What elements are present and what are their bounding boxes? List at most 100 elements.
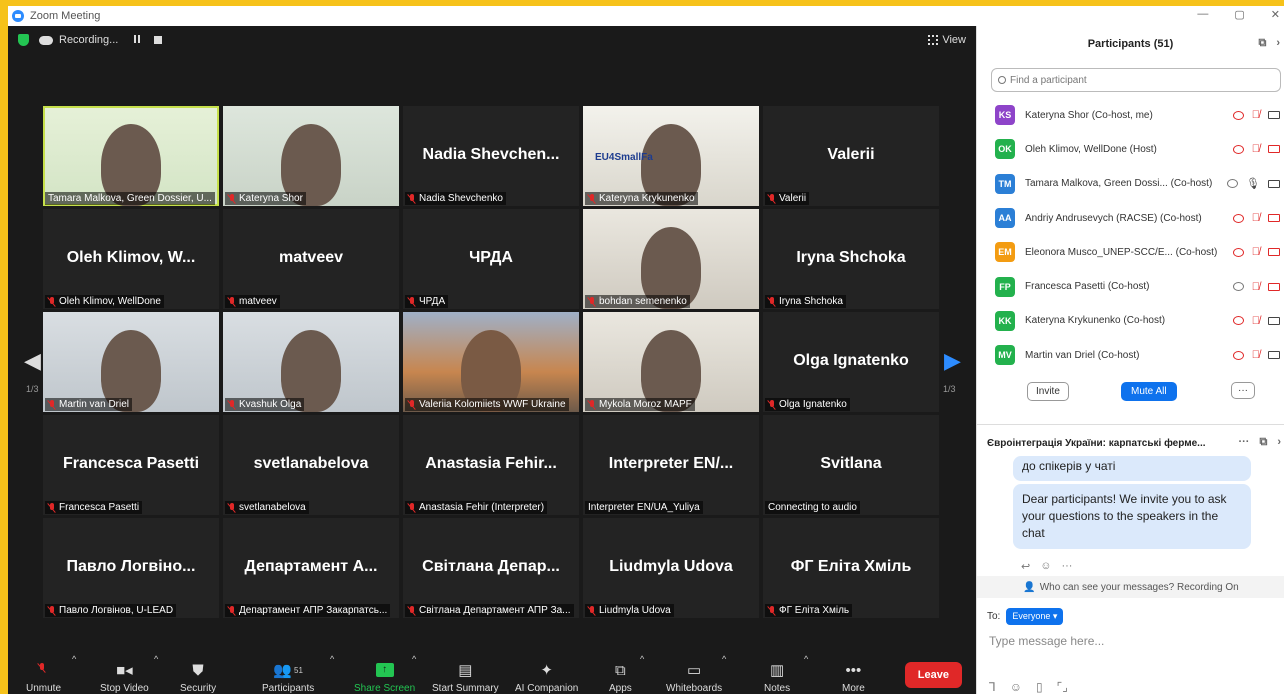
screenshot-icon[interactable]: ⌜⌟ (1057, 680, 1068, 694)
camera-off-icon[interactable] (1268, 248, 1280, 257)
video-tile[interactable]: bohdan semenenko (583, 209, 759, 309)
video-tile[interactable]: Nadia Shevchen... Nadia Shevchenko (403, 106, 579, 206)
video-tile[interactable]: Mykola Moroz MAPF (583, 312, 759, 412)
mic-muted-icon[interactable]: 🎙̸ (1252, 281, 1260, 293)
video-tile[interactable]: Valeriia Kolomiiets WWF Ukraine (403, 312, 579, 412)
share-options-chevron-icon[interactable]: ^ (412, 654, 416, 664)
message-more-icon[interactable]: ··· (1061, 560, 1072, 573)
stop-video-button[interactable]: ■◂ Stop Video (100, 661, 149, 694)
invite-button[interactable]: Invite (1027, 382, 1069, 402)
camera-icon[interactable] (1268, 179, 1280, 188)
start-summary-button[interactable]: ▤ Start Summary (432, 661, 499, 694)
stop-recording-icon[interactable] (154, 36, 163, 44)
video-tile[interactable]: Svitlana Connecting to audio (763, 415, 939, 515)
participants-options-chevron-icon[interactable]: ^ (330, 654, 334, 664)
mic-muted-icon[interactable]: 🎙̸ (1252, 109, 1260, 121)
pause-recording-icon[interactable] (134, 34, 142, 46)
video-tile[interactable]: Світлана Депар... Світлана Департамент АП… (403, 518, 579, 618)
mic-on-icon[interactable]: 🎙 (1246, 177, 1260, 190)
security-button[interactable]: ⛊ Security (180, 661, 216, 694)
who-can-see-banner[interactable]: 👤 Who can see your messages? Recording O… (977, 576, 1284, 598)
emoji-icon[interactable]: ☺ (1010, 680, 1022, 694)
whiteboards-button[interactable]: ▭ Whiteboards (666, 661, 722, 694)
file-icon[interactable]: ▯ (1036, 680, 1043, 694)
apps-button[interactable]: ⧉ Apps (609, 661, 632, 694)
leave-button[interactable]: Leave (904, 662, 962, 688)
participant-row[interactable]: KS Kateryna Shor (Co-host, me) 🎙̸ (977, 98, 1284, 132)
video-tile[interactable]: Iryna Shchoka Iryna Shchoka (763, 209, 939, 309)
recipient-dropdown[interactable]: Everyone ▾ (1006, 608, 1064, 625)
more-button[interactable]: ••• More (842, 661, 865, 694)
participant-name-label: Світлана Департамент АПР За... (405, 604, 574, 617)
participants-more-button[interactable]: ··· (1231, 382, 1255, 400)
participant-row[interactable]: MV Martin van Driel (Co-host) 🎙̸ (977, 338, 1284, 372)
video-tile[interactable]: Kateryna Shor (223, 106, 399, 206)
notes-button[interactable]: ▥ Notes (764, 661, 790, 694)
emoji-reaction-icon[interactable]: ☺ (1040, 560, 1051, 573)
ai-companion-button[interactable]: ✦ AI Companion (515, 661, 578, 694)
maximize-icon[interactable]: ▢ (1234, 8, 1244, 21)
recording-indicator[interactable]: Recording... (39, 34, 163, 46)
mic-muted-icon[interactable]: 🎙̸ (1252, 212, 1260, 224)
video-tile[interactable]: Olga Ignatenko Olga Ignatenko (763, 312, 939, 412)
video-tile[interactable]: Anastasia Fehir... Anastasia Fehir (Inter… (403, 415, 579, 515)
video-tile[interactable]: Francesca Pasetti Francesca Pasetti (43, 415, 219, 515)
popout-icon[interactable]: ⧉ (1258, 37, 1266, 50)
camera-icon[interactable] (1268, 351, 1280, 360)
participant-row[interactable]: FP Francesca Pasetti (Co-host) 🎙̸ (977, 269, 1284, 303)
participant-row[interactable]: TM Tamara Malkova, Green Dossi... (Co-hos… (977, 167, 1284, 201)
chat-close-icon[interactable]: › (1277, 436, 1281, 449)
video-options-chevron-icon[interactable]: ^ (154, 654, 158, 664)
mute-all-button[interactable]: Mute All (1121, 382, 1177, 402)
video-tile[interactable]: Kvashuk Olga (223, 312, 399, 412)
chat-input[interactable]: Type message here... (989, 634, 1104, 648)
video-tile[interactable]: ЧРДА ЧРДА (403, 209, 579, 309)
camera-off-icon[interactable] (1268, 145, 1280, 154)
video-tile[interactable]: Tamara Malkova, Green Dossier, U... (43, 106, 219, 206)
next-page-arrow-icon[interactable]: ▶ (944, 348, 961, 374)
camera-off-icon[interactable] (1268, 214, 1280, 223)
video-tile[interactable]: ФГ Еліта Хміль ФГ Еліта Хміль (763, 518, 939, 618)
participants-icon: 👥 51 (273, 662, 303, 679)
camera-icon[interactable] (1268, 111, 1280, 120)
mic-muted-icon[interactable]: 🎙̸ (1252, 315, 1260, 327)
participant-row[interactable]: OK Oleh Klimov, WellDone (Host) 🎙̸ (977, 132, 1284, 166)
video-tile[interactable]: Павло Логвіно... Павло Логвінов, U-LEAD (43, 518, 219, 618)
camera-off-icon[interactable] (1268, 282, 1280, 291)
apps-options-chevron-icon[interactable]: ^ (640, 654, 644, 664)
unmute-button[interactable]: Unmute (26, 661, 61, 694)
view-button[interactable]: View (928, 34, 966, 46)
mic-muted-icon (48, 399, 56, 410)
video-tile[interactable]: Interpreter EN/... Interpreter EN/UA_Yuli… (583, 415, 759, 515)
mic-muted-icon[interactable]: 🎙̸ (1252, 349, 1260, 361)
participant-row[interactable]: EM Eleonora Musco_UNEP-SCC/E... (Co-host)… (977, 235, 1284, 269)
encryption-shield-icon[interactable] (18, 34, 29, 46)
mic-muted-icon[interactable]: 🎙̸ (1252, 246, 1260, 258)
camera-icon[interactable] (1268, 316, 1280, 325)
chat-more-icon[interactable]: ··· (1238, 436, 1249, 449)
notes-options-chevron-icon[interactable]: ^ (804, 654, 808, 664)
video-tile[interactable]: EU4SmallFa Kateryna Krykunenko (583, 106, 759, 206)
chat-popout-icon[interactable]: ⧉ (1259, 436, 1267, 449)
participant-row[interactable]: KK Kateryna Krykunenko (Co-host) 🎙̸ (977, 304, 1284, 338)
video-tile[interactable]: svetlanabelova svetlanabelova (223, 415, 399, 515)
video-tile[interactable]: Oleh Klimov, W... Oleh Klimov, WellDone (43, 209, 219, 309)
video-tile[interactable]: Департамент А... Департамент АПР Закарпат… (223, 518, 399, 618)
find-participant-input[interactable]: Find a participant (991, 68, 1281, 92)
video-tile[interactable]: Martin van Driel (43, 312, 219, 412)
audio-options-chevron-icon[interactable]: ^ (72, 654, 76, 664)
participant-row[interactable]: AA Andriy Andrusevych (RACSE) (Co-host) 🎙̸ (977, 201, 1284, 235)
format-icon[interactable]: Ꞁ (989, 680, 996, 694)
mic-muted-icon[interactable]: 🎙̸ (1252, 143, 1260, 155)
close-icon[interactable]: ✕ (1271, 8, 1280, 21)
whiteboards-options-chevron-icon[interactable]: ^ (722, 654, 726, 664)
close-panel-icon[interactable]: › (1276, 37, 1280, 50)
video-tile[interactable]: Valerii Valerii (763, 106, 939, 206)
participants-button[interactable]: 👥 51 Participants (262, 661, 314, 694)
video-tile[interactable]: matveev matveev (223, 209, 399, 309)
minimize-icon[interactable]: — (1197, 8, 1208, 21)
reply-icon[interactable]: ↩ (1021, 560, 1030, 573)
video-tile[interactable]: Liudmyla Udova Liudmyla Udova (583, 518, 759, 618)
prev-page-arrow-icon[interactable]: ◀ (24, 348, 41, 374)
share-screen-button[interactable]: ↑ Share Screen (354, 661, 415, 694)
